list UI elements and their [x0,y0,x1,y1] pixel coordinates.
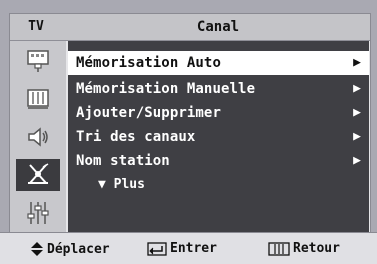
enter-label: Entrer [170,241,217,256]
enter-hint: Entrer [147,241,217,256]
arrow-right-icon: ▶ [353,153,361,168]
return-hint: Retour [268,241,340,256]
setup-sliders-icon[interactable] [16,197,60,229]
more-items-indicator[interactable]: ▼ Plus [98,177,298,199]
menu-title: Canal [196,19,240,35]
antenna-icon[interactable] [16,159,60,191]
picture-icon[interactable] [16,45,60,77]
help-bar: Déplacer Entrer Retour [0,232,377,264]
arrow-right-icon: ▶ [353,105,361,120]
menu-item-memorisation-manuelle[interactable]: Mémorisation Manuelle ▶ [68,77,369,101]
speaker-icon[interactable] [16,121,60,153]
return-label: Retour [293,241,340,256]
enter-icon [147,241,167,256]
menu-item-ajouter-supprimer[interactable]: Ajouter/Supprimer ▶ [68,101,369,125]
menu-item-label: Tri des canaux [76,129,196,145]
menu-item-nom-station[interactable]: Nom station ▶ [68,149,369,173]
up-down-arrows-icon [30,241,44,257]
menu-item-label: Mémorisation Auto [76,55,221,71]
category-sidebar [10,41,66,232]
menu-item-tri-des-canaux[interactable]: Tri des canaux ▶ [68,125,369,149]
menu-icon [268,241,290,256]
tv-osd-screen: TV Canal Mémorisation Auto ▶ Mémorisatio… [0,0,377,264]
menu-item-memorisation-auto[interactable]: Mémorisation Auto ▶ [68,51,369,75]
move-label: Déplacer [47,241,110,257]
menu-frame: TV Canal Mémorisation Auto ▶ Mémorisatio… [9,13,371,233]
menu-header: TV Canal [10,14,370,41]
menu-item-label: Mémorisation Manuelle [76,81,256,97]
sound-grid-icon[interactable] [16,83,60,115]
tv-label: TV [28,19,44,34]
arrow-right-icon: ▶ [353,81,361,96]
menu-list: Mémorisation Auto ▶ Mémorisation Manuell… [68,41,369,232]
menu-item-label: Ajouter/Supprimer [76,105,221,121]
menu-item-label: Nom station [76,153,170,169]
arrow-right-icon: ▶ [353,55,361,70]
move-hint: Déplacer [30,241,110,257]
arrow-right-icon: ▶ [353,129,361,144]
